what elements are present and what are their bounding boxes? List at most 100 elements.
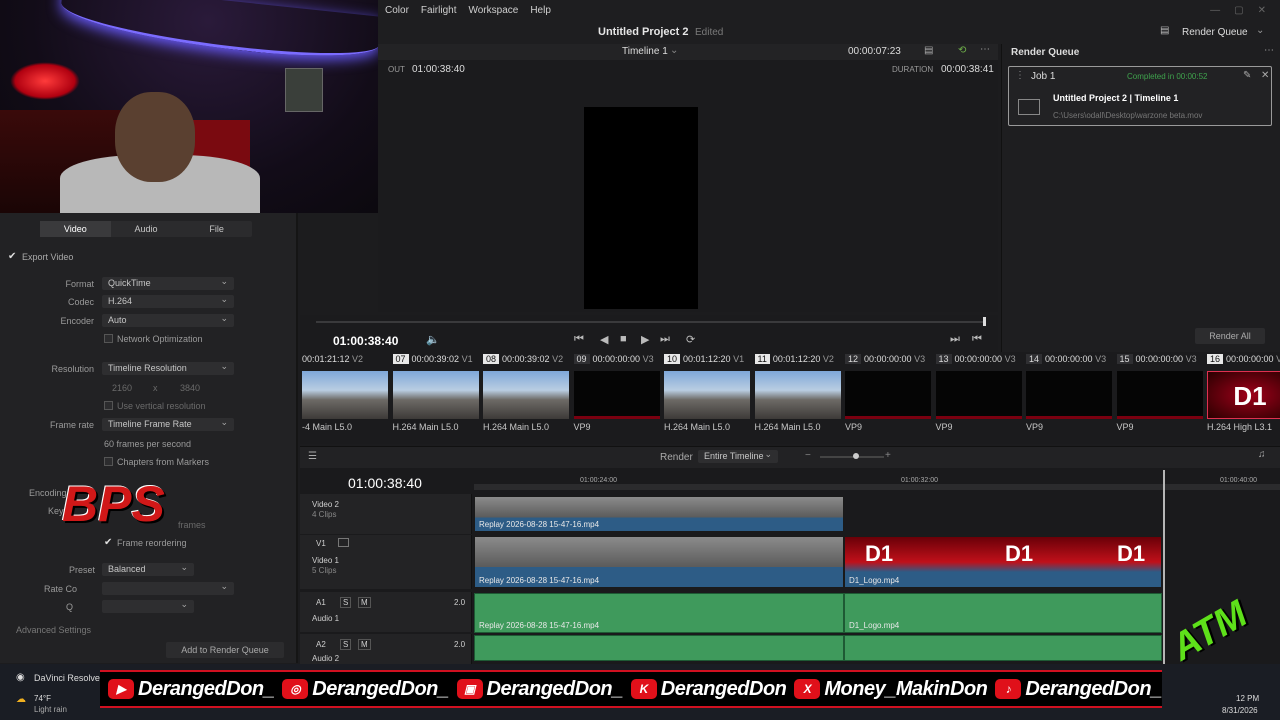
zoom-slider[interactable] bbox=[820, 456, 884, 458]
media-clip[interactable]: 10 00:01:12:20 V1 H.264 Main L5.0 bbox=[664, 352, 750, 438]
volume-icon[interactable]: 🔈 bbox=[426, 333, 440, 346]
media-clip[interactable]: 09 00:00:00:00 V3 VP9 bbox=[573, 352, 660, 438]
clip-thumbnail bbox=[302, 371, 388, 419]
audio-clip[interactable]: Replay 2026-08-28 15-47-16.mp4 bbox=[474, 593, 844, 633]
codec-select[interactable]: H.264 bbox=[102, 293, 234, 308]
timecode-top[interactable]: 00:00:07:23 bbox=[848, 46, 901, 57]
maximize-icon[interactable]: ▢ bbox=[1234, 5, 1243, 16]
menu-help[interactable]: Help bbox=[530, 5, 551, 16]
audio-mixer-icon[interactable]: ♫ bbox=[1258, 449, 1266, 460]
render-all-button[interactable]: Render All bbox=[1195, 328, 1265, 344]
playhead[interactable] bbox=[983, 317, 986, 326]
quality-label: Q bbox=[66, 602, 74, 612]
encoder-select[interactable]: Auto bbox=[102, 312, 234, 327]
tab-audio[interactable]: Audio bbox=[111, 221, 182, 237]
chevron-down-icon[interactable]: ⌄ bbox=[670, 45, 678, 56]
vertical-res-checkbox[interactable] bbox=[104, 401, 113, 410]
track-name: Video 2 bbox=[312, 500, 339, 509]
render-job[interactable]: ⋮ Job 1 Completed in 00:00:52 ✎ ✕ Untitl… bbox=[1008, 66, 1272, 126]
res-x: x bbox=[153, 383, 158, 393]
framerate-select[interactable]: Timeline Frame Rate bbox=[102, 416, 234, 431]
render-scope-select[interactable]: Entire Timeline bbox=[698, 448, 778, 463]
close-icon[interactable]: ✕ bbox=[1258, 5, 1266, 16]
close-icon[interactable]: ✕ bbox=[1261, 70, 1269, 81]
mute-button[interactable]: M bbox=[358, 597, 371, 608]
media-clip[interactable]: 08 00:00:39:02 V2 H.264 Main L5.0 bbox=[483, 352, 569, 438]
timeline-options-icon[interactable]: ☰ bbox=[308, 451, 317, 462]
media-clip[interactable]: 12 00:00:00:00 V3 VP9 bbox=[845, 352, 931, 438]
logo-clip[interactable]: D1 D1 D1 D1_Logo.mp4 bbox=[844, 536, 1162, 588]
media-clip[interactable]: 07 00:00:39:02 V1 H.264 Main L5.0 bbox=[392, 352, 479, 438]
audio-clip[interactable]: D1_Logo.mp4 bbox=[844, 593, 1162, 633]
media-clip[interactable]: 14 00:00:00:00 V3 VP9 bbox=[1026, 352, 1112, 438]
minimize-icon[interactable]: — bbox=[1210, 5, 1220, 16]
ruler-mark-1: 01:00:24:00 bbox=[580, 477, 617, 484]
viewer-options-icon[interactable]: ▤ bbox=[924, 45, 933, 56]
quality-select[interactable] bbox=[102, 598, 194, 613]
solo-button[interactable]: S bbox=[340, 639, 352, 650]
export-video-checkbox[interactable]: ✔ bbox=[8, 251, 16, 262]
resolve-app-icon[interactable]: ◉ bbox=[16, 672, 25, 683]
track-monitor-icon[interactable] bbox=[338, 538, 349, 547]
media-clip[interactable]: 13 00:00:00:00 V3 VP9 bbox=[935, 352, 1022, 438]
tab-file[interactable]: File bbox=[181, 221, 252, 237]
video-clip[interactable]: Replay 2026-08-28 15-47-16.mp4 bbox=[474, 496, 844, 532]
loop-icon[interactable]: ⟳ bbox=[686, 333, 695, 346]
led-strip bbox=[58, 0, 378, 65]
play-reverse-icon[interactable]: ◀ bbox=[600, 333, 608, 346]
res-width[interactable]: 2160 bbox=[112, 383, 132, 393]
audio-clip[interactable] bbox=[844, 635, 1162, 661]
streamer-head bbox=[115, 92, 195, 182]
track-name: Audio 2 bbox=[312, 654, 340, 663]
zoom-out-icon[interactable]: − bbox=[805, 450, 811, 461]
menu-color[interactable]: Color bbox=[385, 5, 409, 16]
add-to-queue-button[interactable]: Add to Render Queue bbox=[166, 642, 284, 658]
clip-strip: 00:01:21:12 V2 -4 Main L5.0 07 00:00:39:02 … bbox=[300, 352, 1280, 444]
media-clip[interactable]: 1600:00:00:00 V1 D1 H.264 High L3.1 bbox=[1207, 352, 1280, 438]
chapters-checkbox[interactable] bbox=[104, 457, 113, 466]
clip-number: 15 bbox=[1116, 354, 1133, 364]
collapse-icon[interactable]: ⌄ bbox=[1256, 25, 1264, 36]
timeline-dropdown[interactable]: Timeline 1 bbox=[622, 46, 668, 57]
network-opt-checkbox[interactable] bbox=[104, 334, 113, 343]
frame-reorder-checkbox[interactable]: ✔ bbox=[104, 537, 112, 548]
media-clip[interactable]: 11 00:01:12:20 V2 H.264 Main L5.0 bbox=[754, 352, 841, 438]
media-clip[interactable]: 00:01:21:12 V2 -4 Main L5.0 bbox=[302, 352, 388, 438]
social-handle: ◎ DerangedDon_ bbox=[282, 678, 449, 701]
stop-icon[interactable]: ■ bbox=[620, 333, 627, 345]
skip-start-icon[interactable]: ⏮ bbox=[574, 333, 584, 346]
video-clip[interactable]: Replay 2026-08-28 15-47-16.mp4 bbox=[474, 536, 844, 588]
link-icon[interactable]: ⟲ bbox=[958, 45, 966, 56]
play-icon[interactable]: ▶ bbox=[641, 333, 649, 346]
audio-clip[interactable] bbox=[474, 635, 844, 661]
edit-icon[interactable]: ✎ bbox=[1243, 70, 1251, 81]
rate-select[interactable] bbox=[102, 580, 234, 595]
prev-frame-icon[interactable]: ⏮ bbox=[972, 333, 982, 346]
render-queue-toggle[interactable]: Render Queue bbox=[1182, 27, 1248, 38]
skip-end-icon[interactable]: ⏭ bbox=[660, 333, 670, 346]
preset-select[interactable]: Balanced bbox=[102, 561, 194, 576]
drag-handle-icon[interactable]: ⋮ bbox=[1015, 70, 1025, 81]
clock-date: 8/31/2026 bbox=[1222, 706, 1258, 715]
more-icon[interactable]: ⋯ bbox=[1264, 45, 1274, 56]
res-height[interactable]: 3840 bbox=[180, 383, 200, 393]
advanced-settings[interactable]: Advanced Settings bbox=[16, 625, 91, 635]
render-queue-icon[interactable]: ▤ bbox=[1160, 25, 1169, 36]
zoom-handle[interactable] bbox=[853, 453, 859, 459]
format-select[interactable]: QuickTime bbox=[102, 275, 234, 290]
resolution-label: Resolution bbox=[51, 364, 94, 374]
timeline-playhead[interactable] bbox=[1163, 470, 1165, 664]
more-icon[interactable]: ⋯ bbox=[980, 44, 990, 55]
menu-workspace[interactable]: Workspace bbox=[468, 5, 518, 16]
mute-button[interactable]: M bbox=[358, 639, 371, 650]
resolution-select[interactable]: Timeline Resolution bbox=[102, 360, 234, 375]
scrubber-track[interactable] bbox=[316, 321, 986, 323]
next-frame-icon[interactable]: ⏭ bbox=[950, 333, 960, 346]
ruler[interactable] bbox=[474, 484, 1280, 490]
menu-fairlight[interactable]: Fairlight bbox=[421, 5, 457, 16]
frame-reorder-label: Frame reordering bbox=[117, 538, 187, 548]
zoom-in-icon[interactable]: + bbox=[885, 450, 891, 461]
media-clip[interactable]: 15 00:00:00:00 V3 VP9 bbox=[1116, 352, 1203, 438]
tab-video[interactable]: Video bbox=[40, 221, 111, 237]
solo-button[interactable]: S bbox=[340, 597, 352, 608]
